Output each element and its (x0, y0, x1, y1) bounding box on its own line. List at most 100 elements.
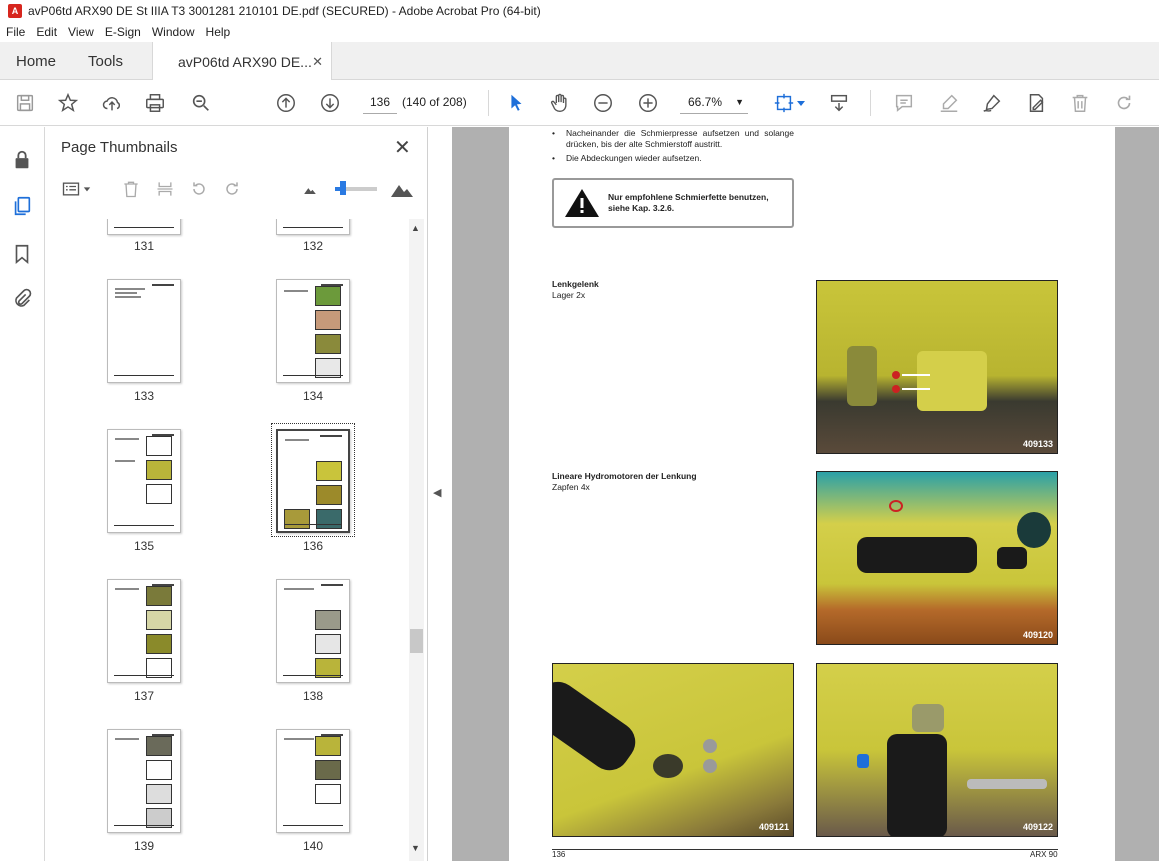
section-hydromotoren: Lineare Hydromotoren der Lenkung Zapfen … (552, 471, 697, 493)
photo-steering-joint: 409133 (816, 280, 1058, 454)
menu-file[interactable]: File (0, 25, 30, 39)
panel-title: Page Thumbnails (61, 139, 178, 156)
photo-hydraulic-motors: 409120 (816, 471, 1058, 645)
thumbnail-page[interactable] (107, 279, 181, 383)
thumbnail-page[interactable] (107, 219, 181, 235)
photo-code: 409120 (1022, 630, 1053, 640)
thumbnail-label: 131 (133, 239, 155, 253)
zoom-value: 66.7% (688, 95, 723, 109)
zoom-search-icon[interactable] (189, 91, 213, 115)
thumbnail-label: 133 (133, 389, 155, 403)
page-footer-number: 136 (552, 850, 566, 859)
thumbnail-label: 134 (302, 389, 324, 403)
scroll-down-icon[interactable]: ▼ (411, 843, 420, 853)
instruction-text: Die Abdeckungen wieder aufsetzen. (566, 153, 702, 163)
photo-cylinder-pin-right: 409122 (816, 663, 1058, 837)
tab-document-label: avP06td ARX90 DE... (178, 53, 312, 70)
menu-edit[interactable]: Edit (30, 25, 62, 39)
warning-box: Nur empfohlene Schmierfette benutzen, si… (552, 178, 794, 228)
scrollbar-thumb[interactable] (410, 629, 423, 653)
thumbnail-label: 138 (302, 689, 324, 703)
menu-esign[interactable]: E-Sign (99, 25, 146, 39)
collapse-panel-icon[interactable]: ◀ (433, 486, 441, 499)
chevron-down-icon: ▼ (735, 97, 744, 107)
extract-page-icon[interactable] (155, 177, 175, 201)
zoom-out-icon[interactable] (591, 91, 615, 115)
warning-icon (565, 189, 599, 217)
select-cursor-icon[interactable] (504, 91, 528, 115)
mountain-large-icon[interactable] (390, 177, 414, 201)
zoom-select[interactable]: 66.7% ▼ (680, 90, 748, 114)
edit-pdf-icon[interactable] (1024, 91, 1048, 115)
thumbnail-label: 136 (302, 539, 324, 553)
page-thumbnails-icon[interactable] (11, 195, 33, 217)
delete-page-icon[interactable] (121, 177, 141, 201)
lock-icon[interactable] (11, 149, 33, 171)
photo-code: 409122 (1022, 822, 1053, 832)
hand-tool-icon[interactable] (548, 91, 572, 115)
thumbnail-label: 135 (133, 539, 155, 553)
zoom-in-icon[interactable] (636, 91, 660, 115)
options-menu-icon[interactable] (61, 177, 91, 201)
warning-text: Nur empfohlene Schmierfette benutzen, si… (608, 192, 769, 213)
thumbnail-page[interactable] (107, 729, 181, 833)
section-subtitle: Zapfen 4x (552, 482, 590, 492)
section-title: Lineare Hydromotoren der Lenkung (552, 471, 697, 481)
print-icon[interactable] (143, 91, 167, 115)
tab-bar: Home Tools avP06td ARX90 DE... ✕ (0, 42, 1159, 81)
menu-view[interactable]: View (62, 25, 99, 39)
upload-cloud-icon[interactable] (100, 91, 124, 115)
close-tab-icon[interactable]: ✕ (312, 54, 323, 70)
thumbnail-page[interactable] (107, 579, 181, 683)
page-footer-rule (552, 849, 1058, 850)
comment-icon[interactable] (892, 91, 916, 115)
scroll-mode-icon[interactable] (827, 91, 851, 115)
next-page-icon[interactable] (318, 91, 342, 115)
thumbnail-page-selected[interactable] (276, 429, 350, 533)
thumbnail-page[interactable] (276, 219, 350, 235)
menu-bar: File Edit View E-Sign Window Help (0, 22, 1159, 42)
fit-page-icon[interactable] (772, 91, 796, 115)
section-title: Lenkgelenk (552, 279, 599, 289)
bullet-dot: • (552, 128, 555, 138)
attachment-icon[interactable] (11, 288, 33, 310)
thumbnails-scrollbar[interactable]: ▲ ▼ (409, 219, 424, 861)
previous-page-icon[interactable] (274, 91, 298, 115)
highlight-pen-icon[interactable] (937, 91, 961, 115)
tab-document[interactable]: avP06td ARX90 DE... ✕ (152, 42, 332, 81)
star-icon[interactable] (56, 91, 80, 115)
save-icon[interactable] (13, 91, 37, 115)
close-panel-icon[interactable]: ✕ (394, 135, 411, 160)
menu-help[interactable]: Help (200, 25, 236, 39)
bullet-dot: • (552, 153, 555, 163)
page-footer-model: ARX 90 (1030, 850, 1058, 859)
sign-pen-icon[interactable] (980, 91, 1004, 115)
mountain-small-icon[interactable] (300, 177, 320, 201)
menu-window[interactable]: Window (146, 25, 200, 39)
chevron-down-icon[interactable] (796, 91, 806, 115)
photo-code: 409133 (1022, 439, 1053, 449)
thumbnail-size-slider[interactable] (335, 181, 377, 195)
tab-home[interactable]: Home (16, 42, 56, 80)
redo-icon[interactable] (1112, 91, 1136, 115)
rotate-counterclockwise-icon[interactable] (189, 177, 209, 201)
bookmark-icon[interactable] (11, 243, 33, 265)
title-bar: A avP06td ARX90 DE St IIIA T3 3001281 21… (0, 0, 1159, 22)
thumbnail-page[interactable] (107, 429, 181, 533)
page-number-input[interactable]: 136 (363, 90, 397, 114)
trash-icon[interactable] (1068, 91, 1092, 115)
thumbnail-list: 131 132 133 134 135 136 137 138 139 140 (45, 219, 408, 861)
rotate-clockwise-icon[interactable] (222, 177, 242, 201)
thumbnail-page[interactable] (276, 729, 350, 833)
toolbar (0, 80, 1159, 126)
slider-knob[interactable] (340, 181, 346, 195)
page-count: (140 of 208) (402, 95, 467, 109)
left-rail (0, 127, 45, 861)
scroll-up-icon[interactable]: ▲ (411, 223, 420, 233)
thumbnails-panel: Page Thumbnails ✕ 131 132 133 134 135 13… (45, 127, 428, 861)
thumbnail-page[interactable] (276, 279, 350, 383)
tab-tools[interactable]: Tools (88, 42, 123, 80)
photo-code: 409121 (758, 822, 789, 832)
thumbnail-page[interactable] (276, 579, 350, 683)
photo-cylinder-pin-left: 409121 (552, 663, 794, 837)
